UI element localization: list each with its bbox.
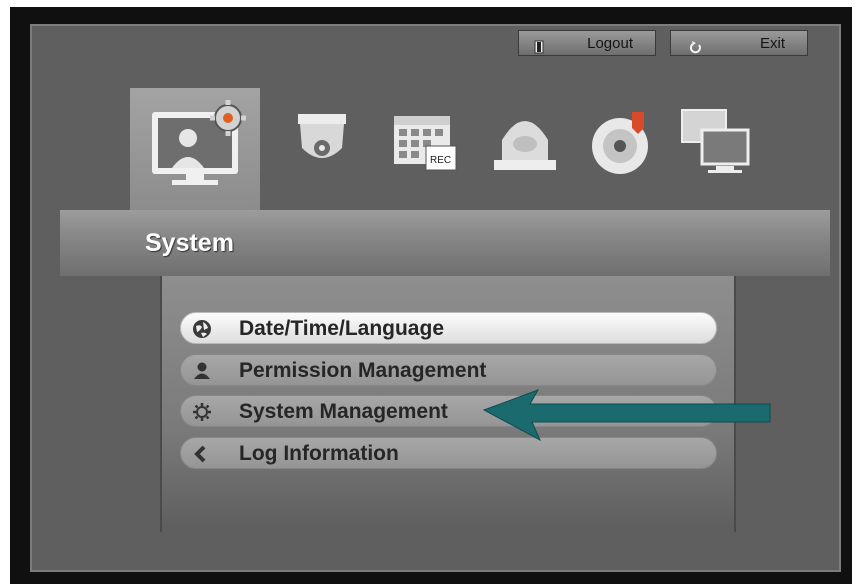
exit-button[interactable]: Exit [670,30,808,56]
log-icon [191,443,213,465]
menu-item-label: System Management [239,400,448,423]
camera-icon [298,114,346,158]
backup-disc-icon [592,112,648,174]
event-alarm-icon [494,121,556,170]
tab-camera[interactable] [292,88,352,210]
page-title: System [145,229,234,257]
svg-text:REC: REC [430,155,451,166]
user-icon [191,360,213,382]
logout-icon [533,37,547,63]
annotation-arrow [482,389,771,442]
tab-record-schedule[interactable]: REC [392,88,462,210]
system-settings-icon [152,100,246,185]
exit-label: Exit [759,35,785,52]
menu-item-label: Date/Time/Language [239,317,444,340]
record-schedule-icon: REC [394,116,457,171]
tab-network[interactable] [678,88,758,210]
globe-icon [191,318,213,340]
exit-icon [689,37,703,63]
tab-backup[interactable] [588,88,658,210]
section-header-bar: System [60,210,830,276]
logout-label: Logout [587,35,633,52]
logout-button[interactable]: Logout [518,30,656,56]
menu-item-label: Permission Management [239,359,487,382]
menu-item-permission-management[interactable]: Permission Management [180,354,717,386]
tab-event-alarm[interactable] [490,88,560,210]
menu-item-label: Log Information [239,442,399,465]
menu-item-date-time-language[interactable]: Date/Time/Language [180,312,717,344]
tab-system-settings[interactable] [130,88,260,210]
gear-icon [191,401,213,423]
network-icon [681,109,750,173]
